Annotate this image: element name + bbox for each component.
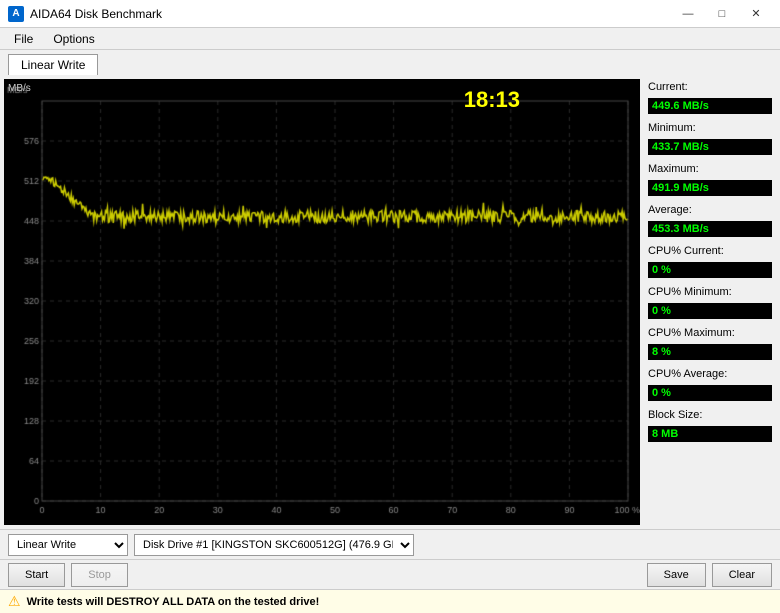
clear-button[interactable]: Clear <box>712 563 772 587</box>
maximum-label: Maximum: <box>648 163 772 175</box>
maximum-value: 491.9 MB/s <box>648 180 772 196</box>
minimum-value: 433.7 MB/s <box>648 139 772 155</box>
cpu-current-value: 0 % <box>648 262 772 278</box>
current-value: 449.6 MB/s <box>648 98 772 114</box>
average-value: 453.3 MB/s <box>648 221 772 237</box>
menu-options[interactable]: Options <box>45 30 102 48</box>
window-title: AIDA64 Disk Benchmark <box>30 7 162 21</box>
cpu-maximum-label: CPU% Maximum: <box>648 327 772 339</box>
title-bar-left: A AIDA64 Disk Benchmark <box>8 6 162 22</box>
cpu-average-label: CPU% Average: <box>648 368 772 380</box>
chart-area: MB/s 18:13 <box>4 79 640 525</box>
average-label: Average: <box>648 204 772 216</box>
cpu-current-label: CPU% Current: <box>648 245 772 257</box>
warning-bar: ⚠ Write tests will DESTROY ALL DATA on t… <box>0 589 780 613</box>
time-display: 18:13 <box>464 87 520 113</box>
cpu-minimum-label: CPU% Minimum: <box>648 286 772 298</box>
close-button[interactable]: ✕ <box>740 5 772 23</box>
bottom-bar: Linear Write Linear Read Random Write Ra… <box>0 529 780 559</box>
tab-linear-write[interactable]: Linear Write <box>8 54 98 75</box>
cpu-minimum-value: 0 % <box>648 303 772 319</box>
warning-text: Write tests will DESTROY ALL DATA on the… <box>27 596 320 608</box>
cpu-average-value: 0 % <box>648 385 772 401</box>
drive-select[interactable]: Disk Drive #1 [KINGSTON SKC600512G] (476… <box>134 534 414 556</box>
minimum-label: Minimum: <box>648 122 772 134</box>
menu-bar: File Options <box>0 28 780 50</box>
save-button[interactable]: Save <box>647 563 706 587</box>
block-size-value: 8 MB <box>648 426 772 442</box>
start-button[interactable]: Start <box>8 563 65 587</box>
current-label: Current: <box>648 81 772 93</box>
tab-bar: Linear Write <box>0 50 780 75</box>
main-content: MB/s 18:13 Current: 449.6 MB/s Minimum: … <box>0 75 780 529</box>
maximize-button[interactable]: □ <box>706 5 738 23</box>
stop-button[interactable]: Stop <box>71 563 128 587</box>
cpu-maximum-value: 8 % <box>648 344 772 360</box>
chart-canvas <box>4 79 640 525</box>
title-bar: A AIDA64 Disk Benchmark — □ ✕ <box>0 0 780 28</box>
block-size-label: Block Size: <box>648 409 772 421</box>
y-axis-label: MB/s <box>8 83 31 94</box>
right-panel: Current: 449.6 MB/s Minimum: 433.7 MB/s … <box>640 75 780 529</box>
app-icon: A <box>8 6 24 22</box>
warning-icon: ⚠ <box>8 593 21 610</box>
bottom-bar2: Start Stop Save Clear <box>0 559 780 589</box>
test-type-select[interactable]: Linear Write Linear Read Random Write Ra… <box>8 534 128 556</box>
menu-file[interactable]: File <box>6 30 41 48</box>
window-controls: — □ ✕ <box>672 5 772 23</box>
minimize-button[interactable]: — <box>672 5 704 23</box>
